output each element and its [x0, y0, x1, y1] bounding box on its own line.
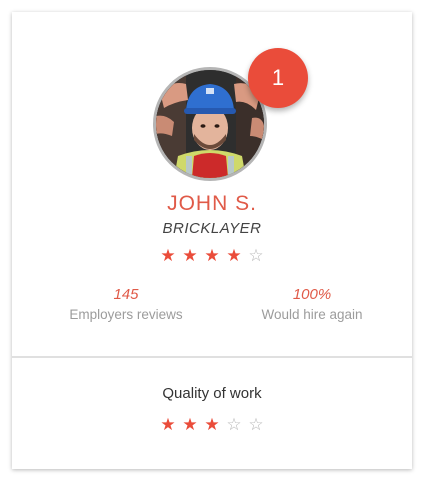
overall-rating: ★ ★ ★ ★ ☆ — [12, 246, 412, 266]
divider — [12, 356, 412, 358]
reviews-count: 145 — [113, 286, 139, 303]
star-filled-icon: ★ — [226, 246, 242, 265]
hire-again-label: Would hire again — [261, 307, 363, 322]
worker-name: JOHN S. — [167, 192, 257, 215]
quality-title: Quality of work — [162, 385, 262, 402]
profile-card: 1 JOHN S. BRICKLAYER ★ ★ ★ ★ ☆ 145 Employers… — [12, 12, 412, 469]
star-filled-icon: ★ — [204, 246, 220, 265]
stat-reviews: 145 Employers reviews — [26, 285, 226, 325]
quality-rating: ★ ★ ★ ☆ ☆ — [12, 415, 412, 435]
worker-role: BRICKLAYER — [162, 220, 262, 237]
star-filled-icon: ★ — [160, 415, 176, 434]
reviews-label: Employers reviews — [69, 307, 183, 322]
star-empty-icon: ☆ — [248, 415, 264, 434]
star-filled-icon: ★ — [160, 246, 176, 265]
rank-badge: 1 — [248, 48, 308, 108]
star-empty-icon: ☆ — [248, 246, 264, 265]
avatar-photo — [156, 70, 264, 178]
stat-hire-again: 100% Would hire again — [212, 285, 412, 325]
hire-again-percent: 100% — [292, 286, 332, 303]
star-empty-icon: ☆ — [226, 415, 242, 434]
star-filled-icon: ★ — [182, 246, 198, 265]
star-filled-icon: ★ — [182, 415, 198, 434]
star-filled-icon: ★ — [204, 415, 220, 434]
